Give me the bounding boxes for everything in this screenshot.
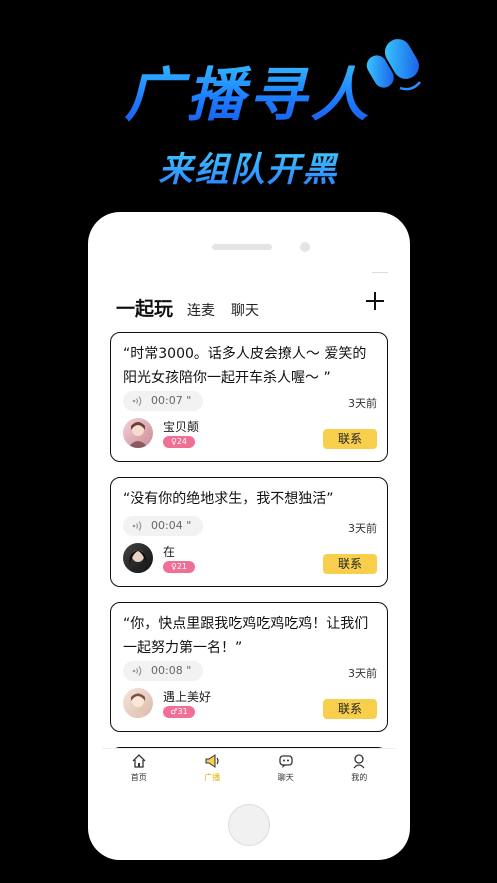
promo-subtitle: 来组队开黑 xyxy=(0,142,497,191)
tab-broadcast[interactable]: 广播 xyxy=(176,749,250,790)
avatar[interactable] xyxy=(123,543,153,573)
divider xyxy=(372,272,388,273)
phone-speaker xyxy=(212,244,272,250)
gender-age-badge: ♂31 xyxy=(163,706,195,718)
voice-duration: 00:07 " xyxy=(151,394,192,407)
post-text: “没有你的绝地求生，我不想独活” xyxy=(123,491,334,507)
tab-label: 首页 xyxy=(130,773,147,782)
app-screen: 一起玩 连麦 聊天 “时常3000。话多人皮会撩人～ 爱笑的阳光女孩陪你一起开车… xyxy=(102,270,396,790)
profile-icon xyxy=(353,754,365,769)
tab-voice-link[interactable]: 连麦 xyxy=(187,300,215,320)
sound-wave-icon xyxy=(132,521,142,531)
age-value: 24 xyxy=(176,437,188,446)
voice-player[interactable]: 00:08 " xyxy=(123,661,203,681)
gender-age-badge: ♀24 xyxy=(163,436,195,448)
plus-icon[interactable] xyxy=(364,290,386,312)
tab-label: 我的 xyxy=(351,773,368,782)
contact-button[interactable]: 联系 xyxy=(323,429,377,449)
post-text: “时常3000。话多人皮会撩人～ 爱笑的阳光女孩陪你一起开车杀人喔～ ” xyxy=(123,346,367,386)
voice-duration: 00:04 " xyxy=(151,519,192,532)
phone-home-button[interactable] xyxy=(228,804,270,846)
contact-button[interactable]: 联系 xyxy=(323,699,377,719)
sound-wave-icon xyxy=(132,396,142,406)
post-card[interactable]: “没有你的绝地求生，我不想独活” 00:04 " 3天前 在 ♀21 联系 xyxy=(110,477,388,587)
tab-label: 广播 xyxy=(204,773,221,782)
age-value: 31 xyxy=(177,707,188,716)
gender-age-badge: ♀21 xyxy=(163,561,195,573)
sound-wave-icon xyxy=(132,666,142,676)
post-time: 3天前 xyxy=(348,522,377,535)
age-value: 21 xyxy=(176,562,188,571)
header-tabs: 一起玩 连麦 聊天 xyxy=(116,294,275,320)
post-card[interactable]: “你，快点里跟我吃鸡吃鸡吃鸡！让我们一起努力第一名！” 00:08 " 3天前 … xyxy=(110,602,388,732)
voice-duration: 00:08 " xyxy=(151,664,192,677)
tab-home[interactable]: 首页 xyxy=(102,749,176,790)
avatar[interactable] xyxy=(123,418,153,448)
tab-label: 聊天 xyxy=(277,773,294,782)
tab-chat[interactable]: 聊天 xyxy=(231,300,259,320)
voice-player[interactable]: 00:04 " xyxy=(123,516,203,536)
post-card[interactable]: “时常3000。话多人皮会撩人～ 爱笑的阳光女孩陪你一起开车杀人喔～ ” 00:… xyxy=(110,332,388,462)
promo-stage: 广播寻人 来组队开黑 一起玩 连麦 聊天 “时常3000。话多人皮会撩人～ 爱笑… xyxy=(0,0,497,883)
contact-button[interactable]: 联系 xyxy=(323,554,377,574)
megaphone-speaker-icon xyxy=(366,39,421,91)
tab-profile[interactable]: 我的 xyxy=(323,749,397,790)
voice-player[interactable]: 00:07 " xyxy=(123,391,203,411)
bottom-tab-bar: 首页 广播 聊天 我的 xyxy=(102,748,396,790)
phone-frame: 一起玩 连麦 聊天 “时常3000。话多人皮会撩人～ 爱笑的阳光女孩陪你一起开车… xyxy=(88,212,410,860)
post-text: “你，快点里跟我吃鸡吃鸡吃鸡！让我们一起努力第一名！” xyxy=(123,616,369,656)
phone-camera xyxy=(300,242,310,252)
post-time: 3天前 xyxy=(348,667,377,680)
username: 遇上美好 xyxy=(163,690,212,704)
tab-play-together[interactable]: 一起玩 xyxy=(116,294,173,321)
home-icon xyxy=(132,754,146,768)
tab-chat-nav[interactable]: 聊天 xyxy=(249,749,323,790)
username: 在 xyxy=(163,545,176,559)
avatar[interactable] xyxy=(123,688,153,718)
post-time: 3天前 xyxy=(348,397,377,410)
chat-icon xyxy=(279,755,293,768)
broadcast-icon xyxy=(205,754,219,768)
username: 宝贝颠 xyxy=(163,420,200,434)
